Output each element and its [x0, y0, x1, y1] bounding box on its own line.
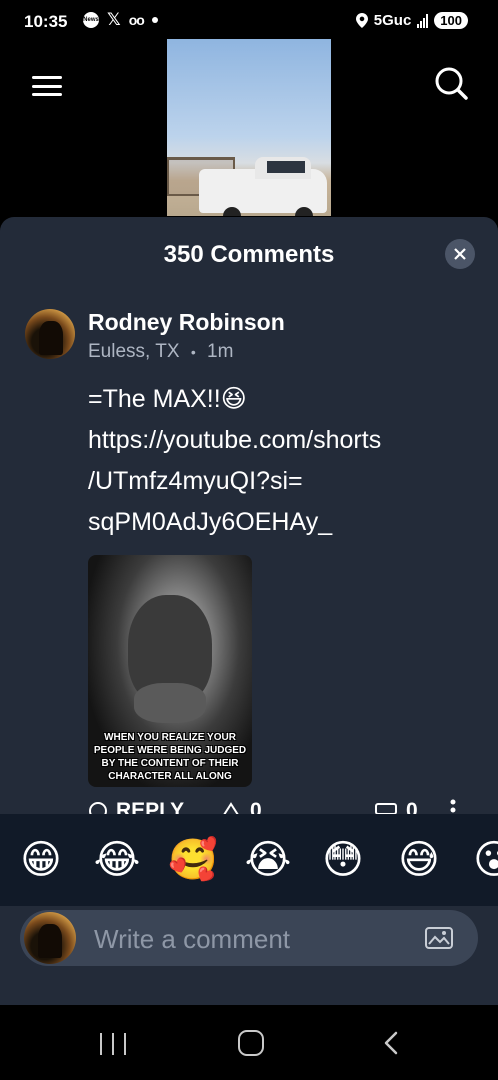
meta-separator: • [190, 343, 196, 360]
avatar [24, 912, 76, 964]
location-icon [355, 13, 368, 28]
status-bar: 10:35 News 𝕏 oo 5Guc 100 [0, 0, 498, 44]
comment-meme-image[interactable]: WHEN YOU REALIZE YOUR PEOPLE WERE BEING … [88, 555, 252, 787]
dot-icon [151, 17, 158, 23]
system-nav-bar [0, 1005, 498, 1080]
comment-author[interactable]: Rodney Robinson [88, 309, 285, 336]
close-button[interactable] [445, 239, 475, 269]
truck-window-graphic [267, 161, 305, 173]
video-header [0, 39, 498, 216]
comment-time: 1m [207, 341, 234, 362]
network-label: 5Guc [373, 12, 412, 29]
video-thumbnail[interactable] [167, 39, 331, 216]
comment-composer [20, 910, 478, 966]
notification-icons: News 𝕏 oo [83, 10, 158, 29]
avatar[interactable] [25, 309, 75, 359]
signal-icon [417, 13, 429, 28]
home-icon[interactable] [238, 1030, 264, 1056]
emoji-tears-of-joy[interactable]: 😂 [93, 836, 141, 884]
recent-apps-icon[interactable] [100, 1033, 126, 1055]
comment-text[interactable]: =The MAX!!😆 https://youtube.com/shorts /… [88, 379, 468, 543]
emoji-crying[interactable]: 😭 [244, 836, 292, 884]
image-icon[interactable] [425, 927, 453, 949]
battery-badge: 100 [434, 12, 468, 29]
comment-location: Euless, TX [88, 341, 180, 362]
voicemail-icon: oo [128, 12, 145, 28]
emoji-sweat-smile[interactable]: 😅 [395, 836, 443, 884]
hamburger-menu-icon[interactable] [32, 76, 62, 96]
meme-caption: WHEN YOU REALIZE YOUR PEOPLE WERE BEING … [93, 732, 247, 782]
emoji-surprised[interactable]: 😮 [470, 836, 498, 884]
comments-count-title: 350 Comments [163, 241, 335, 268]
emoji-grin[interactable]: 😁 [17, 836, 65, 884]
meme-hands-graphic [134, 683, 206, 723]
emoji-flushed[interactable]: 😳 [319, 836, 367, 884]
status-time: 10:35 [24, 12, 68, 31]
search-icon[interactable] [434, 66, 468, 100]
back-icon[interactable] [380, 1031, 404, 1055]
x-icon: 𝕏 [107, 10, 121, 29]
comments-sheet: 350 Comments Rodney Robinson Euless, TX … [0, 217, 498, 1005]
emoji-reaction-bar: 😁 😂 🥰 😭 😳 😅 😮 [0, 814, 498, 906]
emoji-hearts[interactable]: 🥰 [168, 836, 218, 884]
status-right: 5Guc 100 [355, 12, 468, 29]
comment-meta: Euless, TX • 1m [88, 341, 233, 363]
close-icon [454, 248, 466, 260]
news-icon: News [83, 12, 99, 28]
comment-input[interactable] [92, 918, 416, 960]
